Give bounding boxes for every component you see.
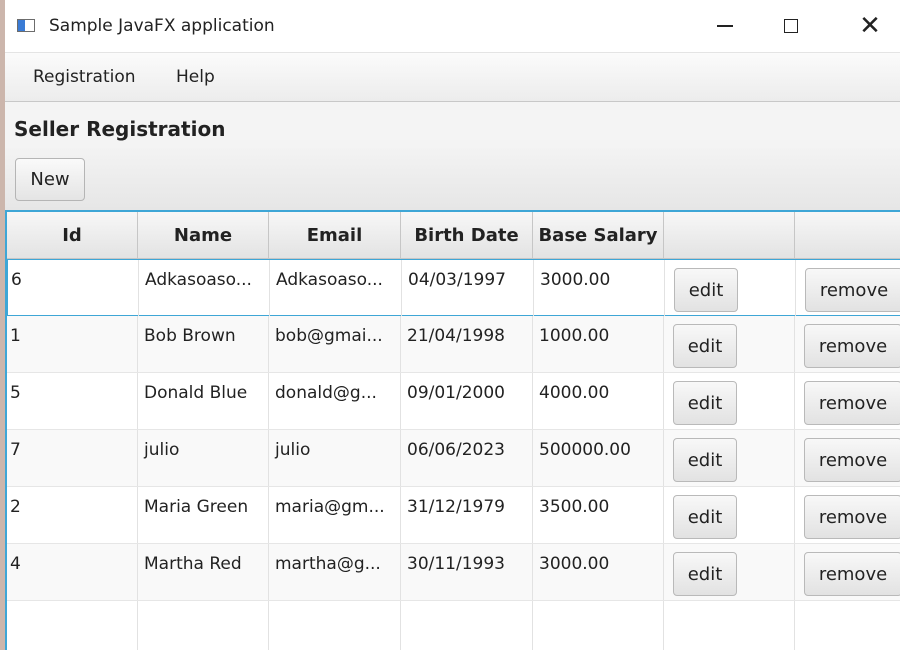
cell-id: 1 [7,316,138,372]
table-header: Id Name Email Birth Date Base Salary [7,212,900,259]
cell-email: bob@gmai... [269,316,401,372]
cell-email: donald@g... [269,373,401,429]
page-title: Seller Registration [14,117,226,141]
cell-name: Maria Green [138,487,269,543]
edit-button[interactable]: edit [673,381,737,425]
cell-base-salary: 3500.00 [533,487,664,543]
cell-id: 2 [7,487,138,543]
app-icon [17,19,35,32]
empty-cell [7,601,138,650]
cell-birth-date: 30/11/1993 [401,544,533,600]
table-row[interactable]: 5 Donald Blue donald@g... 09/01/2000 400… [7,373,900,430]
cell-base-salary: 500000.00 [533,430,664,486]
edit-button[interactable]: edit [673,438,737,482]
column-header-base-salary[interactable]: Base Salary [533,212,664,258]
remove-button[interactable]: remove [805,268,900,312]
column-header-birth-date[interactable]: Birth Date [401,212,533,258]
cell-email: Adkasoaso... [270,260,402,316]
edit-button[interactable]: edit [673,552,737,596]
new-button[interactable]: New [15,158,85,201]
menu-registration[interactable]: Registration [33,67,136,87]
column-header-remove[interactable] [795,212,900,258]
cell-birth-date: 31/12/1979 [401,487,533,543]
cell-birth-date: 04/03/1997 [402,260,534,316]
menu-bar: Registration Help [5,53,900,102]
cell-birth-date: 09/01/2000 [401,373,533,429]
column-header-name[interactable]: Name [138,212,269,258]
cell-id: 6 [8,260,139,316]
close-icon: ✕ [859,11,881,41]
cell-id: 5 [7,373,138,429]
edit-button[interactable]: edit [673,495,737,539]
cell-base-salary: 3000.00 [533,544,664,600]
table-row[interactable]: 1 Bob Brown bob@gmai... 21/04/1998 1000.… [7,316,900,373]
app-window: Sample JavaFX application ✕ Registration… [5,0,900,650]
empty-table-row [7,601,900,650]
cell-name: Adkasoaso... [139,260,270,316]
remove-button[interactable]: remove [804,495,900,539]
cell-name: julio [138,430,269,486]
toolbar: New [5,148,900,210]
table-row[interactable]: 2 Maria Green maria@gm... 31/12/1979 350… [7,487,900,544]
window-title: Sample JavaFX application [49,16,275,36]
cell-name: Donald Blue [138,373,269,429]
empty-cell [269,601,401,650]
close-button[interactable]: ✕ [840,0,900,52]
cell-id: 7 [7,430,138,486]
cell-birth-date: 21/04/1998 [401,316,533,372]
minimize-icon [717,25,733,27]
sellers-table[interactable]: Id Name Email Birth Date Base Salary 6 A… [5,210,900,650]
column-header-email[interactable]: Email [269,212,401,258]
remove-button[interactable]: remove [804,381,900,425]
table-row[interactable]: 7 julio julio 06/06/2023 500000.00 edit … [7,430,900,487]
column-header-id[interactable]: Id [7,212,138,258]
cell-birth-date: 06/06/2023 [401,430,533,486]
menu-help[interactable]: Help [176,67,215,87]
cell-email: maria@gm... [269,487,401,543]
empty-cell [138,601,269,650]
remove-button[interactable]: remove [804,552,900,596]
remove-button[interactable]: remove [804,324,900,368]
minimize-button[interactable] [695,0,755,52]
column-header-edit[interactable] [664,212,795,258]
cell-base-salary: 1000.00 [533,316,664,372]
cell-email: julio [269,430,401,486]
title-bar[interactable]: Sample JavaFX application ✕ [5,0,900,53]
cell-email: martha@g... [269,544,401,600]
remove-button[interactable]: remove [804,438,900,482]
table-row[interactable]: 4 Martha Red martha@g... 30/11/1993 3000… [7,544,900,601]
cell-name: Martha Red [138,544,269,600]
edit-button[interactable]: edit [673,324,737,368]
maximize-button[interactable] [761,0,821,52]
empty-cell [664,601,795,650]
empty-cell [401,601,533,650]
table-row[interactable]: 6 Adkasoaso... Adkasoaso... 04/03/1997 3… [7,259,900,316]
cell-name: Bob Brown [138,316,269,372]
cell-base-salary: 3000.00 [534,260,665,316]
empty-cell [533,601,664,650]
maximize-icon [784,19,798,33]
cell-base-salary: 4000.00 [533,373,664,429]
edit-button[interactable]: edit [674,268,738,312]
cell-id: 4 [7,544,138,600]
